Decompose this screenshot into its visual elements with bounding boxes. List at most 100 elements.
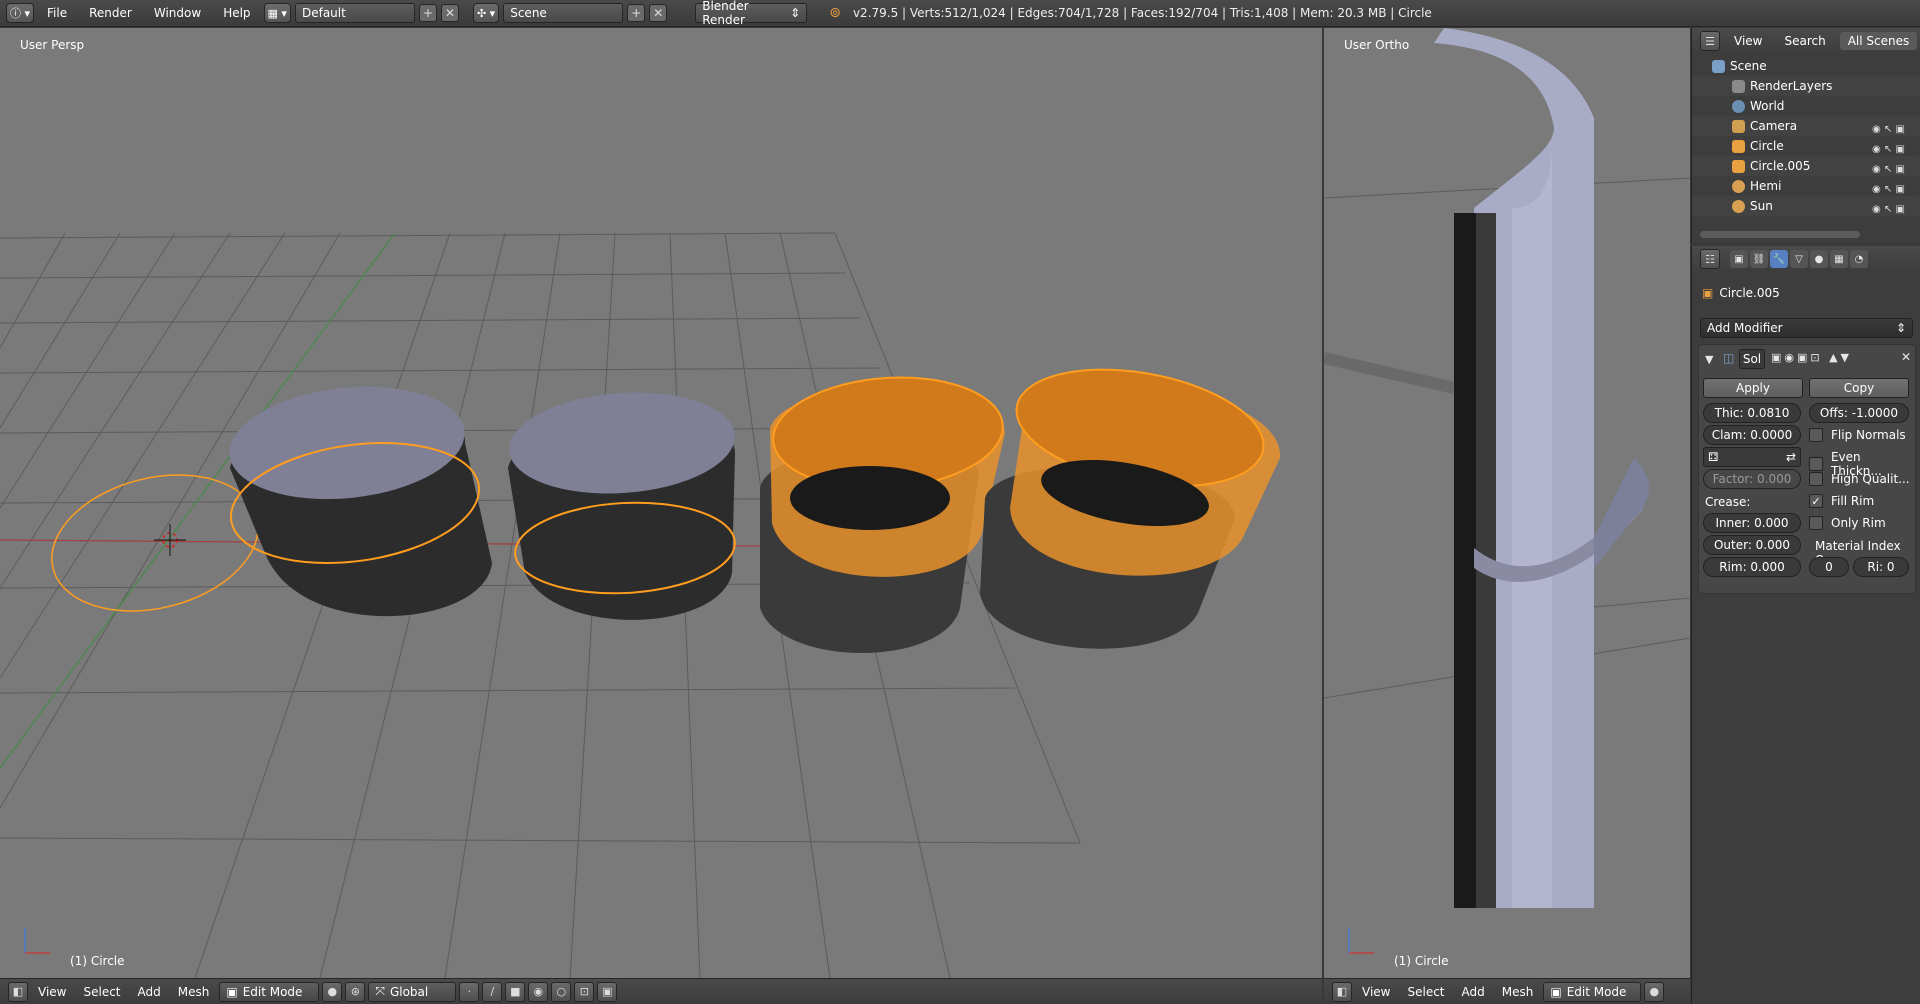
mode-select-right[interactable]: ▣ Edit Mode [1543, 981, 1642, 1002]
rim-material-field[interactable]: Ri: 0 [1853, 557, 1909, 577]
menu-window[interactable]: Window [145, 6, 210, 20]
data-tab-icon[interactable]: ▽ [1790, 250, 1808, 268]
physics-tab-icon[interactable]: ◔ [1850, 250, 1868, 268]
mesh-icon [1732, 159, 1745, 173]
material-offset-field[interactable]: 0 [1809, 557, 1849, 577]
properties-editor-icon[interactable]: ☷ [1700, 249, 1720, 269]
menu-select-right[interactable]: Select [1400, 985, 1451, 999]
eye-icon[interactable]: ◉ ↖ ▣ [1872, 200, 1905, 220]
thickness-field[interactable]: Thic: 0.0810 [1703, 403, 1801, 423]
eye-icon[interactable]: ◉ ↖ ▣ [1872, 120, 1905, 140]
remove-modifier-icon[interactable]: ✕ [1901, 350, 1911, 364]
vertex-select-icon[interactable]: · [459, 981, 480, 1002]
menu-view[interactable]: View [31, 985, 73, 999]
outliner-tab-all-scenes[interactable]: All Scenes [1839, 32, 1918, 50]
constraints-tab-icon[interactable]: ⛓ [1750, 250, 1768, 268]
viewport-object-label-ortho: (1) Circle [1394, 954, 1449, 968]
outer-crease-field[interactable]: Outer: 0.000 [1703, 535, 1801, 555]
modifiers-tab-icon[interactable]: 🔧 [1770, 250, 1788, 268]
scene-field[interactable]: Scene [503, 3, 624, 23]
face-select-icon[interactable]: ■ [505, 981, 526, 1002]
outliner-item-renderlayers[interactable]: RenderLayers [1692, 76, 1920, 96]
menu-view-right[interactable]: View [1355, 985, 1397, 999]
layout-field[interactable]: Default [294, 3, 415, 23]
menu-mesh[interactable]: Mesh [171, 985, 217, 999]
object-name: Circle.005 [1719, 286, 1780, 300]
only-rim-check[interactable]: Only Rim [1809, 516, 1886, 530]
add-scene-icon[interactable]: + [627, 4, 646, 22]
perspective-scene [0, 232, 1281, 978]
menu-mesh-right[interactable]: Mesh [1495, 985, 1541, 999]
remove-scene-icon[interactable]: ✕ [649, 4, 668, 22]
outliner-label: RenderLayers [1750, 79, 1833, 93]
viewport-label: User Persp [20, 38, 85, 52]
cylinder-4[interactable] [980, 352, 1281, 649]
menu-add-right[interactable]: Add [1455, 985, 1492, 999]
checkbox [1809, 516, 1823, 530]
editor-type-icon-right[interactable]: ◧ [1332, 981, 1352, 1002]
mode-select[interactable]: ▣ Edit Mode [219, 981, 320, 1002]
menu-help[interactable]: Help [214, 6, 259, 20]
clamp-field[interactable]: Clam: 0.0000 [1703, 425, 1801, 445]
outliner-tab-search[interactable]: Search [1776, 32, 1833, 50]
eye-icon[interactable]: ◉ ↖ ▣ [1872, 140, 1905, 160]
flip-normals-check[interactable]: Flip Normals [1809, 428, 1906, 442]
blender-logo-icon: ⊚ [829, 5, 841, 21]
texture-tab-icon[interactable]: ▦ [1830, 250, 1848, 268]
edge-select-icon[interactable]: ∕ [482, 981, 503, 1002]
add-modifier-select[interactable]: Add Modifier ⇕ [1700, 318, 1913, 338]
material-tab-icon[interactable]: ● [1810, 250, 1828, 268]
eye-icon[interactable]: ◉ ↖ ▣ [1872, 160, 1905, 180]
outliner-scrollbar[interactable] [1700, 231, 1860, 238]
remove-layout-icon[interactable]: ✕ [440, 4, 459, 22]
viewport-perspective[interactable]: User Persp (1) Circle [0, 28, 1322, 978]
fill-rim-check[interactable]: ✓ Fill Rim [1809, 494, 1874, 508]
outliner-item-world[interactable]: World [1692, 96, 1920, 116]
menu-select[interactable]: Select [76, 985, 127, 999]
lamp-icon [1732, 179, 1745, 193]
outliner-editor-icon[interactable]: ☰ [1700, 31, 1720, 51]
checkbox-checked-icon: ✓ [1809, 494, 1823, 508]
high-quality-check[interactable]: High Qualit... [1809, 472, 1910, 486]
checkbox [1809, 472, 1823, 486]
apply-button[interactable]: Apply [1703, 378, 1803, 398]
vertex-group-field[interactable]: ⚃ ⇄ [1703, 447, 1801, 467]
factor-field[interactable]: Factor: 0.000 [1703, 469, 1801, 489]
cylinder-3[interactable] [760, 370, 1007, 653]
cylinder-1[interactable] [223, 376, 492, 617]
render-engine-select[interactable]: Blender Render ⇕ [695, 0, 808, 27]
occlude-icon[interactable]: ◉ [528, 981, 549, 1002]
pivot-icon[interactable]: ⊛ [345, 981, 366, 1002]
editor-type-button[interactable]: ⓘ ▾ [6, 3, 35, 23]
add-layout-icon[interactable]: + [418, 4, 437, 22]
layout-icon[interactable]: ▦ ▾ [263, 3, 291, 23]
outliner-panel: ☰ View Search All Scenes Scene RenderLay… [1691, 28, 1920, 243]
render-still-icon[interactable]: ▣ [597, 981, 618, 1002]
scene-icon[interactable]: ✣ ▾ [472, 3, 500, 23]
menu-render[interactable]: Render [80, 6, 141, 20]
modifier-name-field[interactable]: Sol [1739, 349, 1765, 369]
outliner-item-scene[interactable]: Scene [1692, 56, 1920, 76]
viewport-ortho[interactable]: User Ortho (1) Circle [1324, 28, 1690, 978]
eye-icon[interactable]: ◉ ↖ ▣ [1872, 180, 1905, 200]
orientation-select[interactable]: ⤧ Global [368, 981, 457, 1002]
outliner-label: Hemi [1750, 179, 1782, 193]
menu-add[interactable]: Add [131, 985, 168, 999]
modifier-toggle-icons[interactable]: ▣◉▣⊡ ▲▼ [1771, 351, 1852, 364]
edit-mode-icon-right: ▣ [1550, 984, 1562, 999]
cylinder-2[interactable] [506, 385, 738, 620]
offset-field[interactable]: Offs: -1.0000 [1809, 403, 1909, 423]
shading-icon[interactable]: ● [322, 981, 343, 1002]
proportional-icon[interactable]: ○ [551, 981, 572, 1002]
rim-crease-field[interactable]: Rim: 0.000 [1703, 557, 1801, 577]
menu-file[interactable]: File [38, 6, 76, 20]
copy-button[interactable]: Copy [1809, 378, 1909, 398]
collapse-arrow-icon[interactable]: ▼ [1705, 353, 1713, 366]
outliner-tab-view[interactable]: View [1726, 32, 1770, 50]
solidify-modifier-box: ▼ ◫ Sol ▣◉▣⊡ ▲▼ ✕ Apply Copy Thic: 0.081… [1698, 344, 1916, 594]
snap-icon[interactable]: ⊡ [574, 981, 595, 1002]
editor-type-icon[interactable]: ◧ [8, 981, 28, 1002]
inner-crease-field[interactable]: Inner: 0.000 [1703, 513, 1801, 533]
shading-icon-right[interactable]: ● [1644, 981, 1665, 1002]
object-tab-icon[interactable]: ▣ [1730, 250, 1748, 268]
